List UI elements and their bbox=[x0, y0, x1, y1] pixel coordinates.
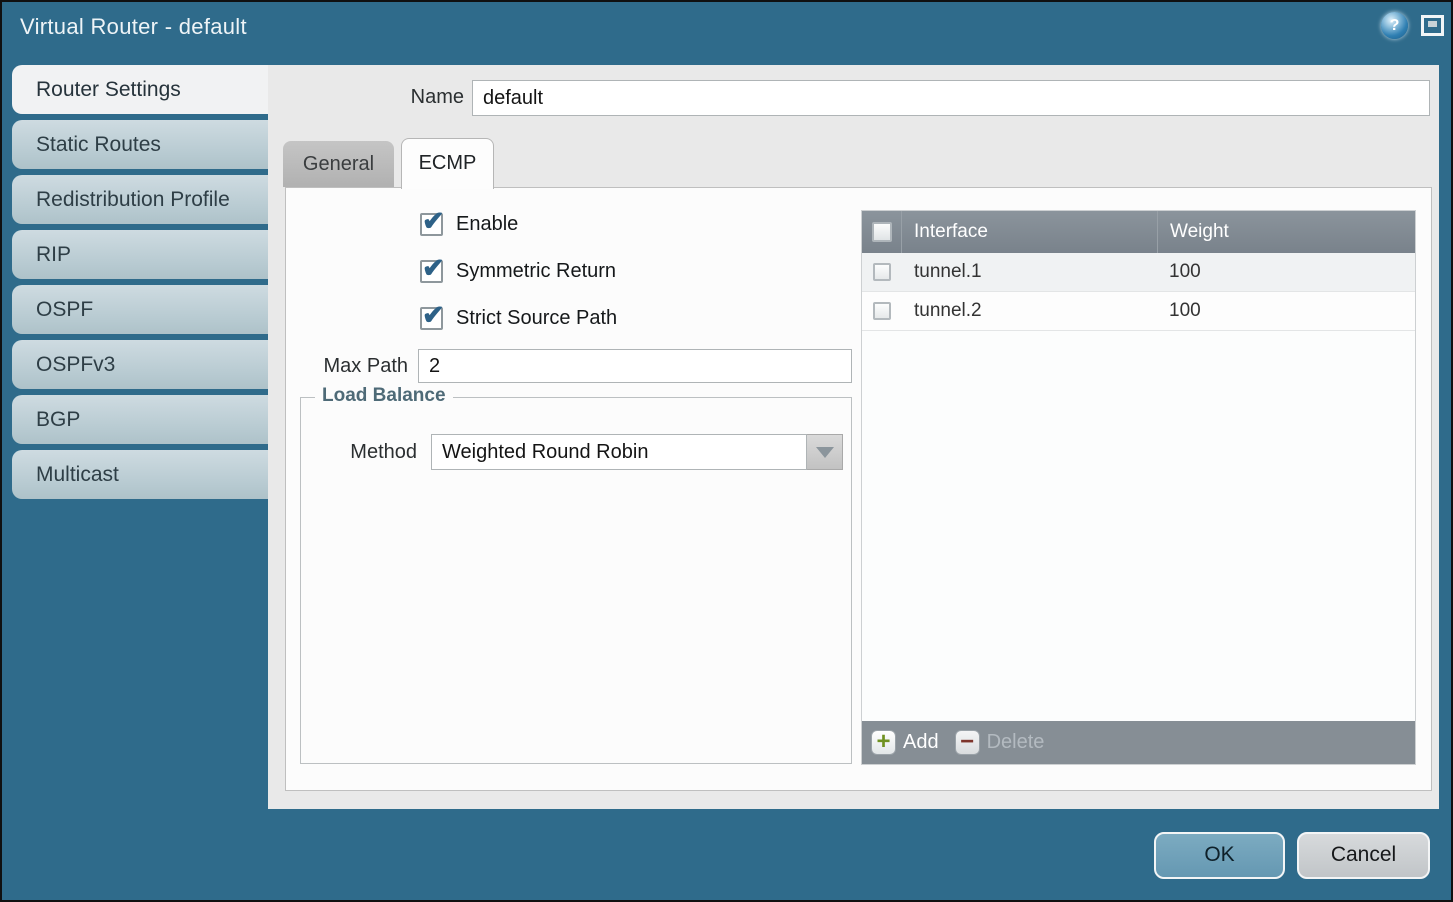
checkbox-row-symmetric-return: Symmetric Return bbox=[420, 260, 617, 284]
minus-icon: − bbox=[955, 730, 980, 755]
column-header-weight[interactable]: Weight bbox=[1158, 211, 1415, 253]
cell-interface[interactable]: tunnel.1 bbox=[902, 253, 1158, 291]
sidebar-item-label: OSPFv3 bbox=[36, 353, 115, 376]
table-rows: tunnel.1 100 tunnel.2 100 bbox=[862, 253, 1415, 331]
select-all-checkbox[interactable] bbox=[872, 222, 892, 242]
method-dropdown-value[interactable]: Weighted Round Robin bbox=[431, 434, 807, 470]
name-field-label: Name bbox=[322, 86, 464, 109]
checkbox-label: Strict Source Path bbox=[456, 307, 617, 329]
name-input[interactable] bbox=[472, 80, 1430, 116]
row-checkbox-cell bbox=[862, 253, 902, 291]
dialog-title: Virtual Router - default bbox=[20, 14, 247, 40]
window-restore-glyph bbox=[1428, 21, 1437, 27]
sidebar-item-router-settings[interactable]: Router Settings bbox=[12, 65, 268, 114]
sidebar-item-ospfv3[interactable]: OSPFv3 bbox=[12, 340, 268, 389]
add-button[interactable]: + Add bbox=[871, 730, 939, 755]
help-icon[interactable]: ? bbox=[1381, 12, 1408, 39]
ok-button[interactable]: OK bbox=[1154, 832, 1285, 879]
sidebar-item-label: OSPF bbox=[36, 298, 93, 321]
chevron-down-icon bbox=[816, 447, 834, 458]
sidebar-item-multicast[interactable]: Multicast bbox=[12, 450, 268, 499]
sidebar-item-redistribution-profile[interactable]: Redistribution Profile bbox=[12, 175, 268, 224]
ecmp-checkbox-list: Enable Symmetric Return Strict Source Pa… bbox=[420, 213, 617, 354]
interface-table: Interface Weight tunnel.1 100 tun bbox=[861, 210, 1416, 765]
sidebar-item-ospf[interactable]: OSPF bbox=[12, 285, 268, 334]
sidebar-item-bgp[interactable]: BGP bbox=[12, 395, 268, 444]
checkbox-row-strict-source-path: Strict Source Path bbox=[420, 307, 617, 331]
sidebar-item-rip[interactable]: RIP bbox=[12, 230, 268, 279]
window-restore-icon[interactable] bbox=[1421, 15, 1444, 36]
cancel-button[interactable]: Cancel bbox=[1297, 832, 1430, 879]
cell-interface[interactable]: tunnel.2 bbox=[902, 292, 1158, 330]
sidebar-item-label: BGP bbox=[36, 408, 80, 431]
table-row-tunnel-1[interactable]: tunnel.1 100 bbox=[862, 253, 1415, 292]
header-checkbox-cell bbox=[862, 211, 902, 253]
sidebar-item-label: Redistribution Profile bbox=[36, 188, 230, 211]
cell-weight[interactable]: 100 bbox=[1158, 292, 1415, 330]
sidebar-item-static-routes[interactable]: Static Routes bbox=[12, 120, 268, 169]
sidebar-item-label: Static Routes bbox=[36, 133, 161, 156]
row-checkbox-cell bbox=[862, 292, 902, 330]
sidebar-item-label: Router Settings bbox=[36, 78, 181, 101]
ecmp-tab-content: Enable Symmetric Return Strict Source Pa… bbox=[285, 187, 1432, 791]
checkbox[interactable] bbox=[420, 307, 443, 330]
add-button-label: Add bbox=[903, 731, 939, 754]
method-dropdown[interactable]: Weighted Round Robin bbox=[431, 434, 843, 470]
sidebar: Router Settings Static Routes Redistribu… bbox=[12, 65, 268, 499]
delete-button[interactable]: − Delete bbox=[939, 730, 1045, 755]
row-checkbox[interactable] bbox=[873, 263, 891, 281]
sidebar-item-label: RIP bbox=[36, 243, 71, 266]
checkbox[interactable] bbox=[420, 260, 443, 283]
tab-ecmp[interactable]: ECMP bbox=[401, 138, 494, 189]
dropdown-button[interactable] bbox=[807, 434, 843, 470]
checkbox-label: Enable bbox=[456, 213, 518, 235]
delete-button-label: Delete bbox=[987, 731, 1045, 754]
checkbox[interactable] bbox=[420, 213, 443, 236]
table-row-tunnel-2[interactable]: tunnel.2 100 bbox=[862, 292, 1415, 331]
table-toolbar: + Add − Delete bbox=[862, 721, 1415, 764]
load-balance-group: Load Balance Method Weighted Round Robin bbox=[300, 397, 852, 764]
max-path-label: Max Path bbox=[303, 349, 408, 383]
sidebar-item-label: Multicast bbox=[36, 463, 119, 486]
table-empty-area bbox=[862, 331, 1415, 721]
cell-weight[interactable]: 100 bbox=[1158, 253, 1415, 291]
virtual-router-dialog: Virtual Router - default ? Router Settin… bbox=[0, 0, 1453, 902]
checkbox-row-enable: Enable bbox=[420, 213, 617, 237]
row-checkbox[interactable] bbox=[873, 302, 891, 320]
method-label: Method bbox=[321, 434, 417, 470]
plus-icon: + bbox=[871, 730, 896, 755]
load-balance-title: Load Balance bbox=[315, 385, 453, 407]
checkbox-label: Symmetric Return bbox=[456, 260, 616, 282]
max-path-input[interactable] bbox=[418, 349, 852, 383]
tab-general[interactable]: General bbox=[283, 141, 394, 187]
column-header-interface[interactable]: Interface bbox=[902, 211, 1158, 253]
table-header: Interface Weight bbox=[862, 211, 1415, 253]
